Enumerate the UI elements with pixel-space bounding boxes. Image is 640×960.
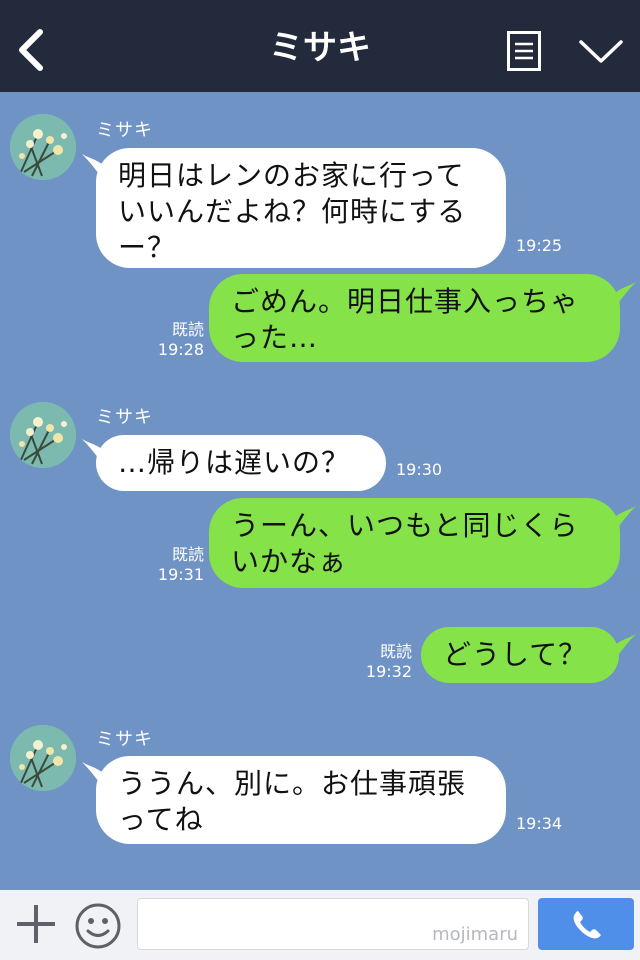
call-send-button[interactable] [538,898,634,950]
bubble-tail [610,506,636,530]
flower-avatar-image [10,725,76,791]
outgoing-message-bubble[interactable]: うーん、いつもと同じくら いかなぁ [209,498,620,588]
outgoing-message-bubble[interactable]: どうして？ [421,627,619,683]
avatar[interactable] [10,725,76,791]
sender-name: ミサキ [96,729,153,750]
message-line: 明日はレンのお家に行って [118,159,465,192]
note-menu-icon[interactable] [507,31,541,71]
message-input[interactable]: mojimaru [137,898,529,950]
message-read-status: 既読 19:31 [150,545,204,585]
message-line: いかなぁ [231,545,348,578]
plus-icon[interactable] [14,902,58,946]
bubble-tail [610,282,636,306]
flower-avatar-image [10,114,76,180]
avatar[interactable] [10,114,76,180]
message-line: うーん、いつもと同じくら [231,509,579,542]
incoming-message-bubble[interactable]: 明日はレンのお家に行って いいんだよね？何時にする ー？ [96,148,506,268]
incoming-message-bubble[interactable]: …帰りは遅いの？ [96,435,386,491]
smiley-icon[interactable] [74,902,122,950]
message-line: …帰りは遅いの？ [118,446,351,479]
sender-name: ミサキ [96,120,153,141]
sender-name: ミサキ [96,407,153,428]
message-time: 19:28 [157,340,204,359]
chat-title: ミサキ [269,28,371,68]
message-time: 19:30 [396,460,443,479]
watermark-text: mojimaru [432,924,518,945]
message-line: ううん、別に。お仕事頑張 [118,767,467,800]
message-line: った… [231,321,319,354]
message-line: どうして？ [443,638,588,671]
flower-avatar-image [10,402,76,468]
message-time: 19:34 [516,814,563,833]
chat-header: ミサキ [0,0,640,92]
message-line: ごめん。明日仕事入っちゃ [231,285,580,318]
message-line: いいんだよね？何時にする [118,195,467,228]
message-list[interactable]: ミサキ 明日はレンのお家に行って いいんだよね？何時にする ー？ 19:25 既… [0,92,640,890]
message-time: 19:31 [157,565,204,584]
avatar[interactable] [10,402,76,468]
phone-icon [573,911,601,939]
read-label: 既読 [379,642,412,661]
read-label: 既読 [171,320,204,339]
outgoing-message-bubble[interactable]: ごめん。明日仕事入っちゃ った… [209,274,620,362]
chevron-down-icon[interactable] [578,36,624,66]
read-label: 既読 [171,545,204,564]
incoming-message-bubble[interactable]: ううん、別に。お仕事頑張 ってね [96,756,506,844]
message-time: 19:25 [516,236,563,255]
message-time: 19:32 [365,662,412,681]
message-read-status: 既読 19:32 [360,642,412,682]
message-line: ー？ [118,231,177,264]
message-read-status: 既読 19:28 [150,320,204,360]
message-line: ってね [118,803,204,836]
bubble-tail [610,634,636,658]
